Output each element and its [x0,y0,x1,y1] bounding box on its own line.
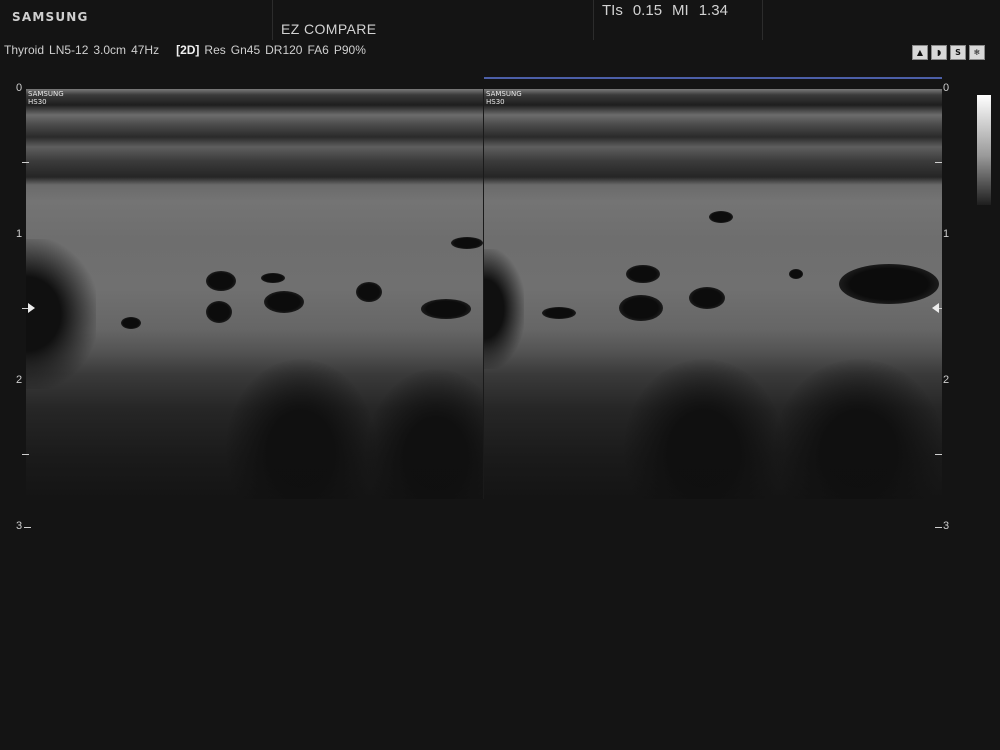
cyst [451,237,483,249]
mi-value: 1.34 [698,2,728,19]
vessel [839,264,939,304]
acoustic-shadow [226,359,376,499]
depth-label: 3 [16,520,23,532]
safety-indices: TIs 0.15 MI 1.34 [592,0,763,40]
depth-tick [24,527,31,528]
status-icons: ▲ ◗ S ❄ [912,45,985,60]
probe-name: LN5-12 [49,43,89,57]
preset-name: Thyroid [4,43,45,57]
gain-value: Gn45 [230,43,261,57]
scan-icon: ◗ [931,45,947,60]
cyst [619,295,663,321]
focus-marker-left[interactable] [28,303,35,313]
cyst [356,282,382,302]
grayscale-bar [977,95,991,205]
mode-panel: EZ COMPARE [272,0,594,40]
cyst [206,271,236,291]
ultrasound-image-left[interactable]: SAMSUNG HS30 [26,89,484,499]
depth-label: 0 [16,82,23,94]
depth-tick [935,162,942,163]
depth-tick [935,527,942,528]
mode-indicator: [2D] [176,43,200,57]
depth-value: 3.0cm [93,43,127,57]
ti-value: 0.15 [632,2,663,19]
depth-label: 2 [16,374,23,386]
freeze-icon: ❄ [969,45,985,60]
probe-icon: ▲ [912,45,928,60]
cyst [626,265,660,283]
dynamic-range-value: DR120 [265,43,303,57]
depth-tick [22,162,29,163]
harmonic-icon: S [950,45,966,60]
res-indicator: Res [204,43,226,57]
focus-marker-right[interactable] [932,303,939,313]
depth-label: 2 [943,374,950,386]
depth-label: 3 [943,520,950,532]
active-pane-indicator [484,77,942,79]
pane-watermark: SAMSUNG HS30 [486,90,522,106]
acoustic-shadow [624,359,784,499]
cyst [261,273,285,283]
power-value: P90% [333,43,366,57]
vessel-shadow [26,239,96,389]
frame-average-value: FA6 [307,43,329,57]
mi-label: MI [672,2,689,19]
depth-label: 0 [943,82,950,94]
depth-tick [935,454,942,455]
brand-logo: SAMSUNG [12,10,89,24]
cyst [542,307,576,319]
cyst [264,291,304,313]
cyst [121,317,141,329]
cyst [689,287,725,309]
cyst [709,211,733,223]
depth-label: 1 [16,228,23,240]
acoustic-shadow [366,369,484,499]
ti-label: TIs [602,2,623,19]
ultrasound-image-right[interactable]: SAMSUNG HS30 [484,89,942,499]
cyst [206,301,232,323]
imaging-parameters: Thyroid LN5-12 3.0cm 47Hz [2D] Res Gn45 DR120 FA… [4,43,371,57]
depth-label: 1 [943,228,950,240]
cyst [789,269,803,279]
cyst [421,299,471,319]
vessel-shadow [484,249,524,369]
depth-tick [22,454,29,455]
frame-rate: 47Hz [131,43,160,57]
acoustic-shadow [774,359,942,499]
pane-watermark: SAMSUNG HS30 [28,90,64,106]
mode-title: EZ COMPARE [281,21,377,37]
header: SAMSUNG EZ COMPARE TIs 0.15 MI 1.34 Thyroid… [0,0,1000,88]
